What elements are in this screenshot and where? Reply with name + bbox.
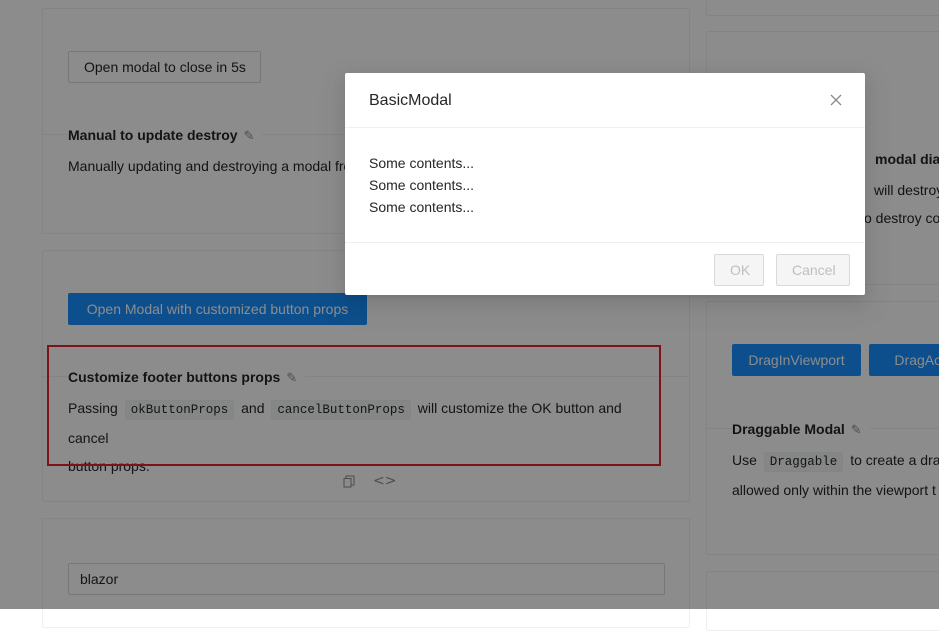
modal-footer: OK Cancel [345, 242, 865, 295]
modal-body-line: Some contents... [369, 177, 475, 193]
modal-body: Some contents... Some contents... Some c… [369, 152, 474, 218]
modal-header: BasicModal [345, 73, 865, 128]
close-icon[interactable] [823, 87, 849, 113]
modal-body-line: Some contents... [369, 155, 475, 171]
modal-title: BasicModal [369, 92, 452, 109]
modal-body-line: Some contents... [369, 199, 475, 215]
ok-button[interactable]: OK [714, 254, 764, 286]
basic-modal: BasicModal Some contents... Some content… [345, 73, 865, 295]
cancel-button[interactable]: Cancel [776, 254, 850, 286]
